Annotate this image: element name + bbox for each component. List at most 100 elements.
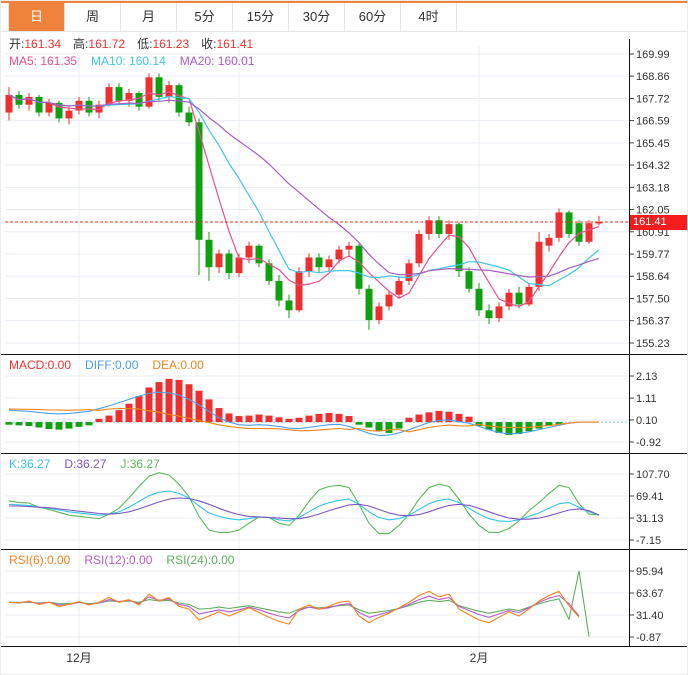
kdj-legend-0: K:36.27 [9, 457, 51, 471]
rsi6-line [8, 590, 580, 625]
ma20-line [8, 94, 600, 278]
chart-canvas[interactable]: 169.99 168.86 167.72 166.59 165.45 164.32 163.… [1, 1, 688, 675]
ohlc-pair-0: 开:161.34 [9, 37, 61, 51]
candle-body-down [475, 288, 483, 311]
macd-hist-bar-up [405, 417, 413, 423]
timeframe-tab-1[interactable]: 周 [65, 3, 121, 31]
timeframe-tabbar: 日周月 5分 15分 30分 60分 4时 [1, 1, 687, 32]
ohlc-label: 开: [9, 37, 25, 51]
ohlc-pair-2: 低:161.23 [137, 37, 189, 51]
macd-info-row: MACD:0.00 DIFF:0.00 DEA:0.00 [9, 358, 218, 373]
macd-hist-bar-up [235, 416, 243, 423]
macd-hist-bar-up [415, 414, 423, 423]
month-label: 2月 [470, 651, 489, 665]
macd-hist-bar-up [265, 415, 273, 423]
candle-body-down [175, 85, 183, 113]
candle-body-up [325, 259, 333, 268]
candle-body-down [85, 100, 93, 113]
main-tick-label: 156.37 [636, 316, 670, 328]
macd-hist-bar-up [295, 417, 303, 423]
candle-body-down [515, 292, 523, 305]
main-tick-label: 158.64 [636, 271, 670, 283]
macd-hist-bar-down [5, 422, 13, 425]
candle-body-up [235, 257, 243, 274]
candle-body-down [285, 300, 293, 311]
macd-hist-bar-down [395, 422, 403, 429]
kdj-tick-label: -7.15 [636, 535, 661, 547]
macd-hist-bar-up [425, 412, 433, 423]
macd-tick-label: -0.92 [636, 437, 661, 449]
kdj-tick-label: 31.13 [636, 513, 664, 525]
macd-hist-bar-up [335, 413, 343, 423]
ma-legend-0: MA5: 161.35 [9, 54, 78, 68]
macd-hist-bar-down [85, 422, 93, 426]
candle-body-up [395, 280, 403, 295]
timeframe-tab-6[interactable]: 60分 [345, 3, 401, 31]
ohlc-info-row: 开:161.34 高:161.72 低:161.23 收:161.41 [9, 37, 265, 52]
candle-body-down [485, 310, 493, 319]
kdj-j-line [8, 472, 600, 535]
timeframe-tab-3[interactable]: 5分 [177, 3, 233, 31]
macd-legend-1: DIFF:0.00 [85, 358, 139, 372]
timeframe-tab-5[interactable]: 30分 [289, 3, 345, 31]
macd-hist-bar-down [35, 422, 43, 428]
rsi-tick-label: 31.40 [636, 610, 664, 622]
macd-hist-bar-up [125, 403, 133, 423]
candle-body-up [5, 94, 13, 113]
macd-hist-bar-up [115, 410, 123, 423]
main-tick-label: 168.86 [636, 71, 670, 83]
candle-body-up [585, 223, 593, 242]
candle-body-down [355, 245, 363, 289]
candle-body-up [305, 257, 313, 272]
timeframe-tab-4[interactable]: 15分 [233, 3, 289, 31]
macd-hist-bar-up [185, 384, 193, 423]
main-tick-label: 157.50 [636, 294, 670, 306]
ma10-line [8, 94, 600, 287]
rsi-tick-label: 63.67 [636, 588, 664, 600]
candle-body-down [205, 239, 213, 268]
timeframe-tab-2[interactable]: 月 [121, 3, 177, 31]
main-tick-label: 163.18 [636, 182, 670, 194]
ohlc-pair-3: 收:161.41 [201, 37, 253, 51]
main-tick-label: 166.59 [636, 116, 670, 128]
kdj-info-row: K:36.27 D:36.27 J:36.27 [9, 457, 174, 472]
macd-hist-bar-up [105, 415, 113, 423]
macd-hist-bar-up [155, 382, 163, 423]
rsi-tick-label: 95.94 [636, 566, 664, 578]
candle-body-up [375, 306, 383, 321]
candle-body-down [225, 253, 233, 274]
macd-legend-0: MACD:0.00 [9, 358, 72, 372]
candle-body-up [335, 249, 343, 260]
candle-body-up [405, 263, 413, 281]
timeframe-tab-7[interactable]: 4时 [401, 3, 457, 31]
ohlc-value: 161.41 [216, 37, 254, 51]
kdj-legend-2: J:36.27 [120, 457, 160, 471]
macd-legend-2: DEA:0.00 [152, 358, 204, 372]
macd-hist-bar-down [15, 422, 23, 426]
macd-hist-bar-up [465, 416, 473, 423]
candle-body-down [365, 288, 373, 321]
macd-hist-bar-up [245, 415, 253, 423]
macd-hist-bar-down [75, 422, 83, 427]
candle-body-down [135, 92, 143, 107]
candle-body-up [385, 294, 393, 307]
rsi-legend-0: RSI(6):0.00 [9, 553, 71, 567]
ma-info-row: MA5: 161.35 MA10: 160.14 MA20: 160.01 [9, 54, 268, 69]
timeframe-tab-0[interactable]: 日 [8, 3, 65, 31]
macd-hist-bar-up [325, 413, 333, 423]
macd-hist-bar-down [65, 422, 73, 429]
ohlc-value: 161.34 [24, 37, 62, 51]
rsi-info-row: RSI(6):0.00 RSI(12):0.00 RSI(24):0.00 [9, 553, 248, 568]
macd-hist-bar-up [315, 413, 323, 423]
main-tick-label: 164.32 [636, 160, 670, 172]
ohlc-label: 低: [137, 37, 153, 51]
rsi-legend-2: RSI(24):0.00 [166, 553, 235, 567]
candle-body-up [65, 110, 73, 119]
rsi-tick-label: -0.87 [636, 632, 661, 644]
macd-hist-bar-down [55, 422, 63, 430]
rsi-legend-1: RSI(12):0.00 [84, 553, 153, 567]
main-tick-label: 169.99 [636, 49, 670, 61]
candle-body-up [245, 245, 253, 258]
main-tick-label: 167.72 [636, 93, 670, 105]
candle-body-up [295, 271, 303, 311]
